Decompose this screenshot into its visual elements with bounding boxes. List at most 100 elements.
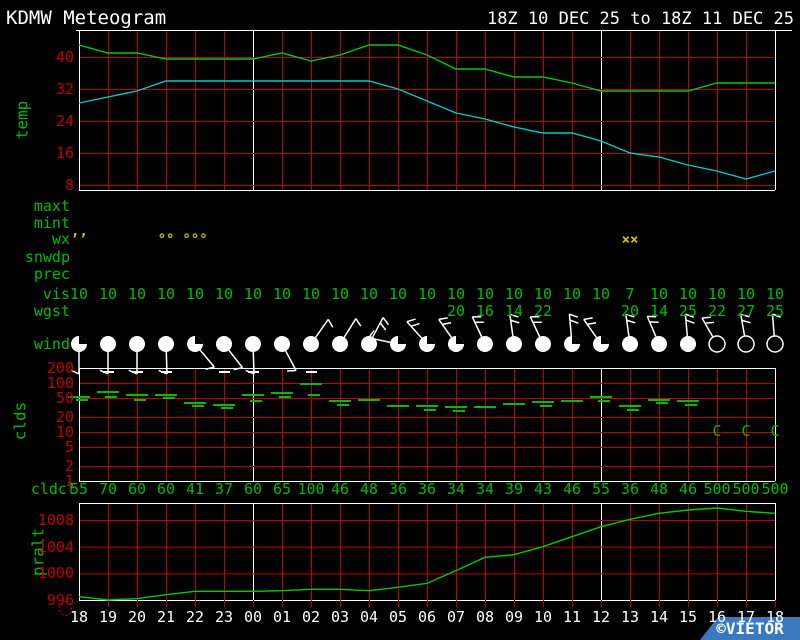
vis-value: 10 xyxy=(504,285,524,303)
pralt-tick-label: 1000 xyxy=(37,564,74,583)
row-label-wgst: wgst xyxy=(33,302,70,320)
cldcl-value: 39 xyxy=(504,480,524,498)
wind-staff xyxy=(372,317,384,338)
pralt-tick-label: 996 xyxy=(46,591,74,609)
cldcl-value: 48 xyxy=(649,480,669,498)
wgst-value: 16 xyxy=(475,302,495,320)
clds-tick-label: 2 xyxy=(64,457,74,475)
vis-value: 10 xyxy=(475,285,495,303)
wgst-value: 22 xyxy=(707,302,727,320)
hour-label: 04 xyxy=(359,608,379,626)
sky-cover-circle xyxy=(216,336,232,352)
clear-sky-flag: C xyxy=(712,422,722,440)
cldcl-value: 60 xyxy=(156,480,176,498)
cloud-layer-dash xyxy=(627,409,639,411)
sky-cover-circle xyxy=(129,336,145,352)
cloud-layer-dash xyxy=(271,392,293,394)
cloud-layer-dash xyxy=(685,404,697,406)
wx-symbol: ’’ xyxy=(70,232,88,248)
wgst-value: 20 xyxy=(620,302,640,320)
cloud-layer-dash xyxy=(134,399,146,401)
wind-barb-tick xyxy=(569,319,579,324)
cloud-layer-dash xyxy=(76,399,88,401)
cloud-layer-dash xyxy=(300,383,322,385)
wind-barb-tick xyxy=(704,321,715,324)
hour-label: 19 xyxy=(98,608,118,626)
page-title: KDMW Meteogram xyxy=(6,7,167,29)
wind-barb-tick xyxy=(379,322,387,331)
wind-barb-tick xyxy=(741,319,751,324)
vis-value: 10 xyxy=(736,285,756,303)
cloud-layer-dash xyxy=(445,406,467,408)
sky-cover-notch xyxy=(601,336,609,344)
sky-cover-circle xyxy=(680,336,696,352)
row-label-wx: wx xyxy=(51,230,70,248)
hour-label: 00 xyxy=(243,608,263,626)
wind-staff xyxy=(438,318,453,338)
wind-barb-tick xyxy=(382,317,390,326)
cloud-layer-dash xyxy=(105,396,117,398)
wind-staff xyxy=(199,349,215,368)
cloud-layer-dash xyxy=(213,404,235,406)
sky-cover-circle xyxy=(477,336,493,352)
temp-tick-label: 32 xyxy=(55,80,74,98)
cloud-layer-dash xyxy=(250,400,262,402)
cldcl-value: 36 xyxy=(417,480,437,498)
sky-cover-circle xyxy=(303,336,319,352)
cloud-layer-dash xyxy=(598,400,610,402)
wind-barb-tick xyxy=(406,318,416,323)
sky-cover-circle xyxy=(245,336,261,352)
wgst-value: 25 xyxy=(678,302,698,320)
row-label-snwdp: snwdp xyxy=(24,248,70,266)
cloud-layer-dash xyxy=(453,410,465,412)
cldcl-value: 65 xyxy=(272,480,292,498)
cldcl-value: 48 xyxy=(359,480,379,498)
wind-barb-tick xyxy=(233,366,243,371)
vis-value: 10 xyxy=(707,285,727,303)
hour-label: 18 xyxy=(765,608,785,626)
vis-value: 10 xyxy=(649,285,669,303)
cldcl-value: 37 xyxy=(214,480,234,498)
wgst-value: 14 xyxy=(649,302,669,320)
hour-label: 18 xyxy=(69,608,89,626)
cloud-layer-dash xyxy=(677,400,699,402)
cloud-layer-dash xyxy=(163,397,175,399)
row-label-maxt: maxt xyxy=(33,197,70,215)
temp-tick-label: 40 xyxy=(55,48,74,66)
sky-cover-circle xyxy=(158,336,174,352)
hour-label: 22 xyxy=(185,608,205,626)
high-cloud-dash xyxy=(219,371,230,373)
vis-value: 10 xyxy=(301,285,321,303)
cloud-layer-dash xyxy=(242,394,264,396)
cloud-layer-dash xyxy=(184,402,206,404)
wx-symbol: °° xyxy=(157,232,175,248)
pralt-tick-label: 1004 xyxy=(37,537,74,556)
row-label-wind: wind xyxy=(33,335,70,353)
hour-label: 03 xyxy=(330,608,350,626)
clds-tick-label: 5 xyxy=(64,438,74,456)
wx-symbol: ×× xyxy=(621,232,639,248)
wind-barb-tick xyxy=(327,319,334,328)
high-cloud-dash xyxy=(306,371,317,373)
cloud-layer-dash xyxy=(424,409,436,411)
hour-label: 16 xyxy=(707,608,727,626)
cloud-layer-dash xyxy=(221,407,233,409)
cldcl-value: 500 xyxy=(703,480,731,498)
cldcl-value: 500 xyxy=(761,480,789,498)
sky-cover-notch xyxy=(79,336,87,344)
wind-barb-tick xyxy=(569,313,579,318)
cloud-layer-dash xyxy=(97,391,119,393)
vis-value: 10 xyxy=(127,285,147,303)
clds-tick-label: 1 xyxy=(64,472,74,490)
cldcl-value: 36 xyxy=(388,480,408,498)
wind-barb-tick xyxy=(685,319,695,324)
vis-value: 10 xyxy=(98,285,118,303)
clear-sky-flag: C xyxy=(741,422,751,440)
vis-value: 10 xyxy=(69,285,89,303)
cldcl-value: 55 xyxy=(69,480,89,498)
temp-tick-label: 8 xyxy=(64,176,74,194)
wind-barb-tick xyxy=(626,319,636,324)
vis-value: 10 xyxy=(243,285,263,303)
wind-barb-tick xyxy=(510,319,520,324)
sky-cover-notch xyxy=(195,336,203,344)
